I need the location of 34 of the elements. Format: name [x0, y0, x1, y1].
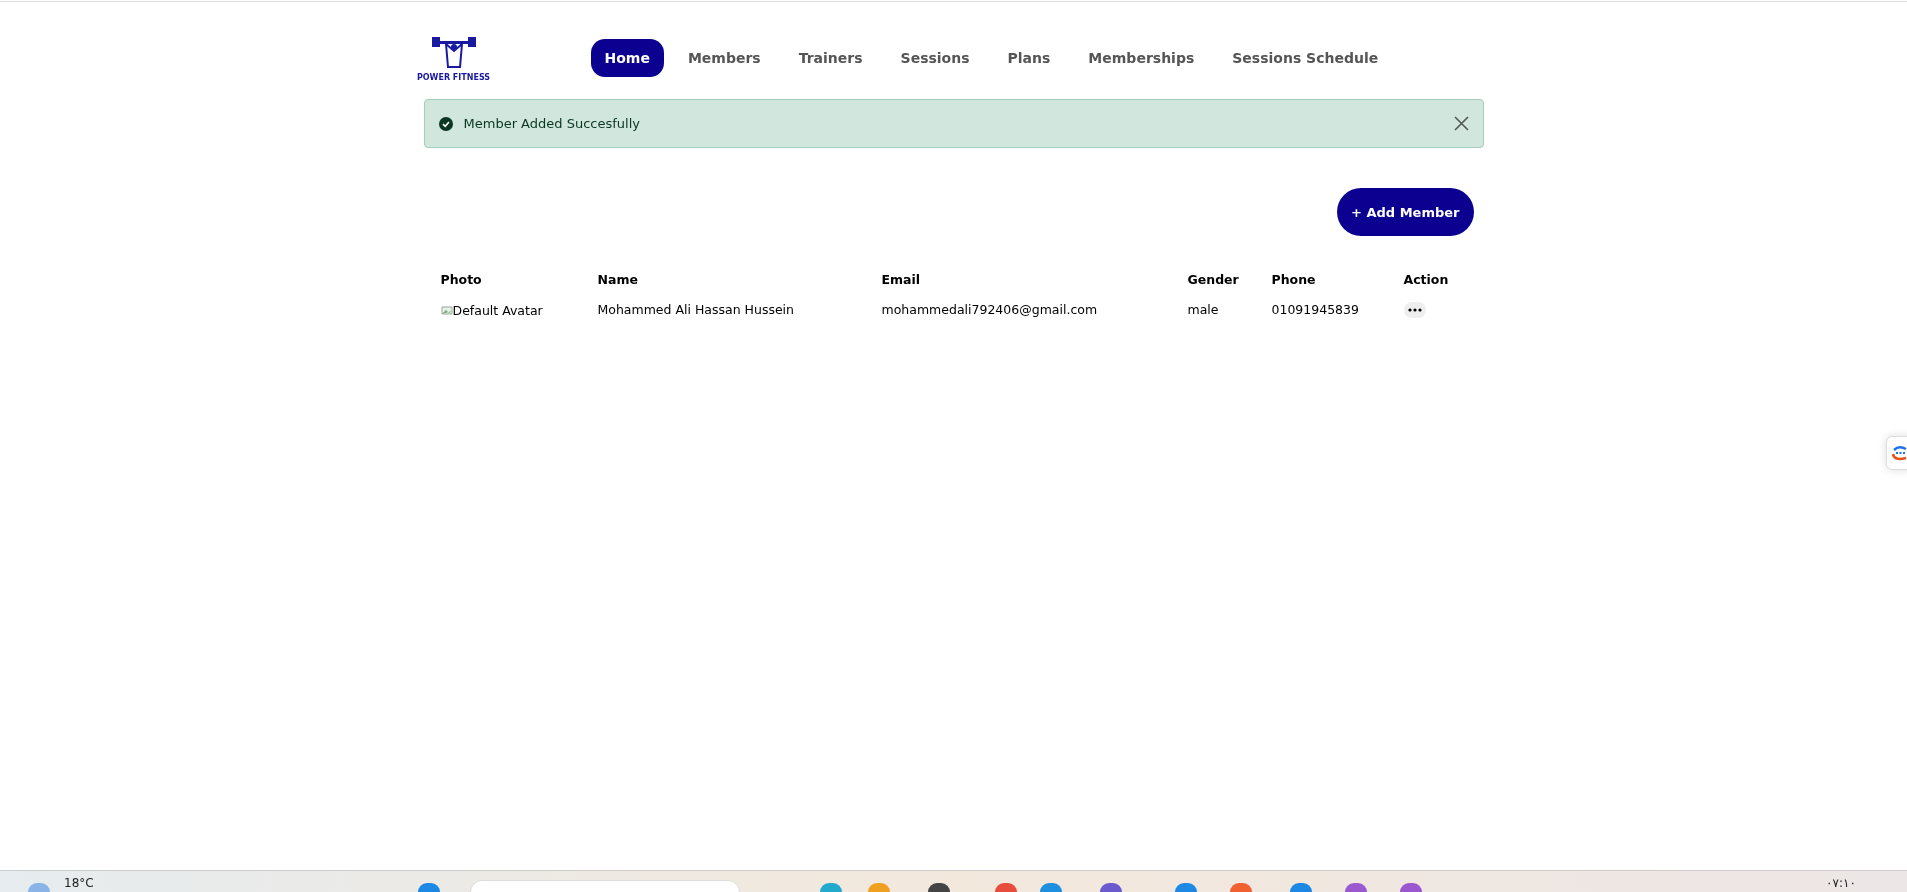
clock-time: ٠٧:١٠ [1826, 876, 1856, 890]
nav-tab[interactable]: Home [590, 38, 664, 77]
more-button[interactable] [1403, 302, 1426, 318]
broken-image-icon [440, 304, 453, 316]
check-circle-icon [438, 116, 453, 131]
nav-tab[interactable]: Sessions [886, 38, 984, 77]
table-cell-text: mohammedali792406@gmail.com [881, 301, 1099, 319]
app-icon[interactable] [1100, 883, 1122, 892]
nav-tab[interactable]: Memberships [1074, 38, 1209, 77]
nav-tab[interactable]: Plans [993, 38, 1065, 77]
table-cell-text: Mohammed Ali Hassan Hussein [597, 301, 795, 319]
logo-caption: POWER FITNESS [416, 72, 491, 82]
app-icon[interactable] [1345, 883, 1367, 892]
translate-widget[interactable] [1886, 436, 1907, 470]
dots-icon [1407, 308, 1422, 312]
column-header: Action [1403, 271, 1450, 289]
column-header: Name [597, 271, 639, 289]
table-cell-text: male [1187, 301, 1220, 319]
add-member-button[interactable]: + Add Member [1337, 188, 1474, 236]
table-cell-text: 01091945839 [1271, 301, 1360, 319]
weather-temperature: 18°C [64, 876, 94, 890]
app-icon[interactable] [928, 883, 950, 892]
nav-tab[interactable]: Trainers [784, 38, 877, 77]
close-icon[interactable] [1453, 116, 1469, 131]
column-header: Email [881, 271, 922, 289]
nav-tab[interactable]: Sessions Schedule [1218, 38, 1393, 77]
app-icon[interactable] [1400, 883, 1422, 892]
column-header: Photo [440, 271, 483, 289]
alert-message: Member Added Succesfully [463, 116, 641, 131]
nav-tab[interactable]: Members [673, 38, 775, 77]
sync-icon [1891, 443, 1907, 463]
avatar-alt-text: Default Avatar [452, 302, 543, 318]
column-header: Phone [1271, 271, 1317, 289]
column-header: Gender [1187, 271, 1240, 289]
